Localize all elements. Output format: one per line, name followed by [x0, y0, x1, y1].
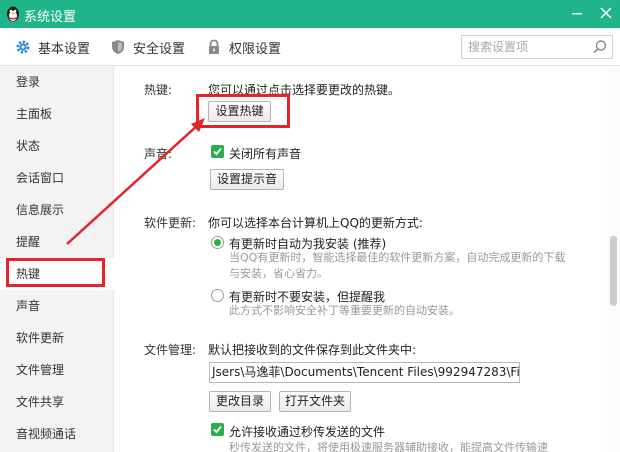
lock-icon — [209, 39, 219, 54]
hotkey-section-label: 热键: — [144, 83, 173, 97]
download-folder-path-field[interactable]: Jsers\马逸菲\Documents\Tencent Files\992947… — [209, 362, 520, 383]
sidebar-item-status[interactable]: 状态 — [0, 130, 114, 162]
window-title: 系统设置 — [24, 10, 77, 25]
checkmark-icon — [213, 425, 222, 434]
tab-permission-settings[interactable]: 权限设置 — [205, 28, 281, 66]
allow-fast-transfer-label: 允许接收通过秒传发送的文件 — [229, 425, 386, 439]
file-management-section-label: 文件管理: — [144, 343, 197, 357]
notify-only-desc: 此方式不影响安全补丁等重要更新的自动安装。 — [229, 304, 460, 317]
close-icon — [600, 7, 612, 19]
sidebar-item-software-update[interactable]: 软件更新 — [0, 322, 114, 354]
content-scrollbar-thumb[interactable] — [610, 236, 617, 306]
fast-transfer-desc: 秒传发送的文件，将使用极速服务器辅助接收，能提高文件传输速 — [229, 441, 548, 452]
sidebar-item-login[interactable]: 登录 — [0, 66, 114, 98]
mute-all-sounds-label: 关闭所有声音 — [229, 147, 302, 161]
sidebar-item-main-panel[interactable]: 主面板 — [0, 98, 114, 130]
sidebar-item-reminder[interactable]: 提醒 — [0, 226, 114, 258]
auto-install-desc-line1: 当QQ有更新时，智能选择最佳的软件更新方案，自动完成更新的下载 — [229, 251, 566, 264]
update-description: 你可以选择本台计算机上QQ的更新方式: — [208, 216, 423, 230]
set-hotkey-highlight-box — [196, 94, 290, 128]
tab-label: 安全设置 — [133, 41, 186, 57]
mute-all-sounds-checkbox[interactable] — [211, 145, 224, 158]
tab-label: 权限设置 — [229, 41, 282, 57]
settings-search-box — [461, 35, 613, 59]
checkmark-icon — [213, 147, 222, 156]
title-bar: 系统设置 — [0, 0, 620, 28]
minimize-button[interactable] — [568, 4, 586, 22]
sidebar-item-chat-window[interactable]: 会话窗口 — [0, 162, 114, 194]
set-alert-sound-button[interactable]: 设置提示音 — [210, 169, 284, 190]
minimize-icon — [572, 13, 582, 15]
search-icon[interactable] — [592, 39, 608, 55]
sidebar-item-sound[interactable]: 声音 — [0, 290, 114, 322]
update-section-label: 软件更新: — [144, 216, 197, 230]
close-button[interactable] — [597, 4, 615, 22]
sidebar-item-file-sharing[interactable]: 文件共享 — [0, 386, 114, 418]
change-directory-button[interactable]: 更改目录 — [209, 391, 271, 412]
open-folder-button[interactable]: 打开文件夹 — [279, 391, 351, 412]
sound-section-label: 声音: — [144, 147, 173, 161]
search-input[interactable] — [462, 36, 588, 58]
sidebar-item-info-display[interactable]: 信息展示 — [0, 194, 114, 226]
qq-penguin-icon — [7, 6, 19, 22]
auto-install-desc-line2: 与安装，省心省力。 — [229, 267, 328, 280]
sidebar-hotkey-highlight-box — [6, 258, 105, 287]
notify-only-radio[interactable] — [211, 289, 224, 302]
file-management-description: 默认把接收到的文件保存到此文件夹中: — [208, 343, 417, 357]
allow-fast-transfer-checkbox[interactable] — [211, 423, 224, 436]
auto-install-radio[interactable] — [211, 236, 224, 249]
tab-label: 基本设置 — [38, 41, 91, 57]
tab-basic-settings[interactable]: 基本设置 — [14, 28, 90, 66]
shield-icon — [112, 40, 124, 54]
sidebar-item-av-call[interactable]: 音视频通话 — [0, 418, 114, 450]
gear-icon — [16, 40, 30, 54]
sidebar-item-file-management[interactable]: 文件管理 — [0, 354, 114, 386]
tab-security-settings[interactable]: 安全设置 — [109, 28, 185, 66]
